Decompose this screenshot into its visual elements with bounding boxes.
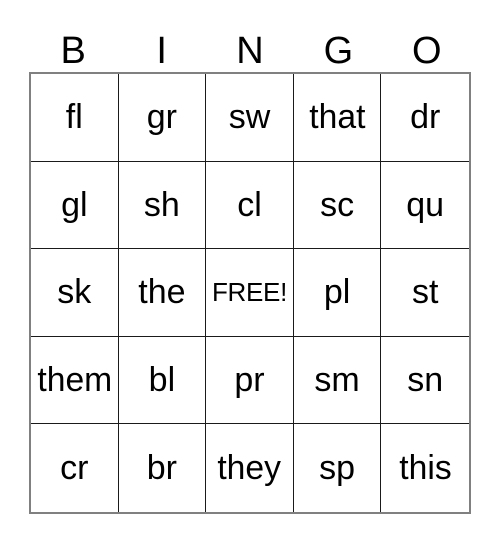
bingo-cell[interactable]: pr: [206, 336, 294, 425]
bingo-cell[interactable]: dr: [381, 74, 469, 162]
bingo-cell[interactable]: qu: [381, 161, 469, 250]
bingo-cell-label: fl: [65, 98, 83, 137]
bingo-header-cell-n: N: [206, 14, 294, 72]
bingo-cell-label: that: [309, 98, 366, 137]
bingo-cell[interactable]: sk: [31, 249, 119, 337]
bingo-cell-label: pl: [323, 273, 351, 312]
bingo-cell-label: gr: [146, 98, 177, 137]
bingo-cell-label: sw: [228, 98, 271, 137]
bingo-cell-label: they: [217, 449, 282, 488]
bingo-cell[interactable]: sc: [293, 161, 382, 250]
bingo-cell-label: the: [138, 273, 186, 312]
bingo-cell[interactable]: fl: [31, 74, 119, 162]
bingo-cell[interactable]: pl: [293, 249, 382, 337]
bingo-header-cell-o: O: [383, 14, 471, 72]
bingo-cell-label: gl: [61, 185, 88, 224]
bingo-cell-label: sp: [319, 449, 356, 488]
bingo-cell-label: sk: [57, 273, 92, 312]
bingo-cell-label: cl: [237, 185, 262, 224]
bingo-header-letter: O: [412, 30, 442, 72]
bingo-header-letter: B: [60, 30, 86, 72]
bingo-cell[interactable]: gl: [31, 161, 119, 250]
bingo-cell[interactable]: br: [118, 424, 207, 512]
bingo-cell[interactable]: bl: [118, 336, 207, 425]
bingo-cell[interactable]: sp: [293, 424, 382, 512]
bingo-header: B I N G O: [29, 14, 471, 72]
bingo-cell-label: sc: [320, 185, 355, 224]
bingo-cell-label: dr: [410, 98, 441, 137]
bingo-card: B I N G O fl gr sw that dr gl sh cl sc q…: [29, 14, 471, 514]
bingo-cell[interactable]: st: [381, 249, 469, 337]
bingo-cell-label: this: [398, 449, 452, 488]
bingo-header-letter: G: [323, 30, 354, 72]
bingo-cell-label: cr: [60, 449, 89, 488]
bingo-cell[interactable]: cl: [206, 161, 294, 250]
bingo-cell-label: them: [36, 361, 112, 400]
bingo-cell[interactable]: cr: [31, 424, 119, 512]
bingo-cell[interactable]: this: [381, 424, 469, 512]
bingo-cell-label: pr: [234, 361, 265, 400]
bingo-cell-label: sm: [314, 361, 360, 400]
bingo-free-cell[interactable]: FREE!: [206, 249, 294, 337]
bingo-cell[interactable]: gr: [118, 74, 207, 162]
bingo-cell[interactable]: sw: [206, 74, 294, 162]
bingo-header-letter: N: [236, 30, 264, 72]
bingo-cell[interactable]: sh: [118, 161, 207, 250]
bingo-cell-label: br: [146, 449, 177, 488]
bingo-header-cell-g: G: [294, 14, 382, 72]
bingo-cell-label: sh: [143, 185, 180, 224]
bingo-header-cell-b: B: [29, 14, 117, 72]
bingo-free-label: FREE!: [211, 277, 288, 308]
bingo-cell[interactable]: sn: [381, 336, 469, 425]
bingo-cell-label: bl: [148, 361, 176, 400]
bingo-cell[interactable]: they: [206, 424, 294, 512]
bingo-cell[interactable]: them: [31, 336, 119, 425]
bingo-cell[interactable]: sm: [293, 336, 382, 425]
bingo-cell-label: st: [411, 273, 439, 312]
bingo-header-letter: I: [156, 30, 167, 72]
bingo-cell[interactable]: the: [118, 249, 207, 337]
bingo-cell-label: qu: [406, 185, 445, 224]
bingo-cell-label: sn: [407, 361, 444, 400]
bingo-cell[interactable]: that: [293, 74, 382, 162]
bingo-grid: fl gr sw that dr gl sh cl sc qu sk the F…: [29, 72, 471, 514]
bingo-header-cell-i: I: [117, 14, 205, 72]
